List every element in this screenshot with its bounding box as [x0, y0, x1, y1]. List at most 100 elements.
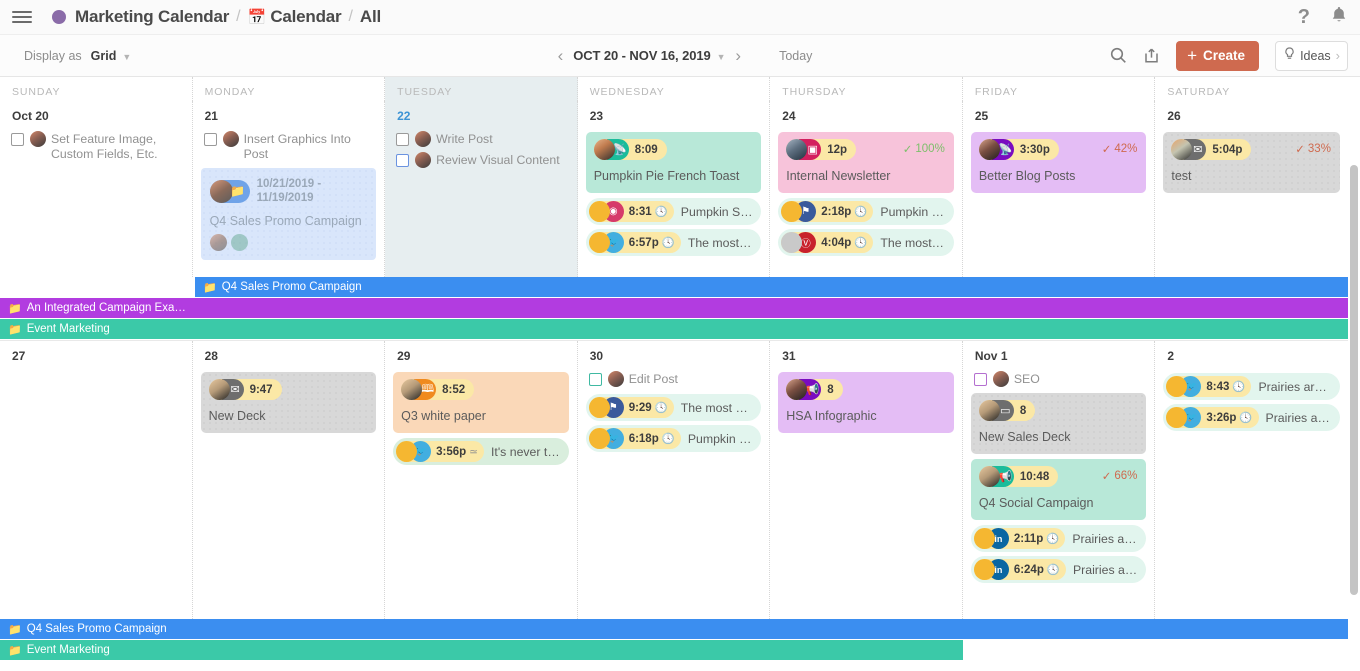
scrollbar-thumb[interactable] — [1350, 165, 1358, 595]
day-cell-oct-20[interactable]: Oct 20 Set Feature Image, Custom Fields,… — [0, 101, 193, 277]
task-checkbox[interactable] — [203, 133, 217, 146]
hamburger-icon[interactable] — [12, 8, 32, 26]
campaign-bar[interactable]: 📁 Q4 Sales Promo Campaign — [195, 277, 1348, 297]
event-title: test — [1171, 169, 1192, 183]
check-icon: ✓ — [1295, 144, 1305, 156]
date-range-label[interactable]: OCT 20 - NOV 16, 2019 ▼ — [573, 48, 725, 63]
task-checkbox[interactable] — [396, 133, 410, 146]
avatar — [607, 371, 624, 387]
day-number: 28 — [204, 349, 218, 363]
social-post-strip[interactable]: 🐦 3:26p 🕓 Prairies ar… — [1163, 404, 1340, 431]
event-time: 8 — [827, 383, 834, 396]
event-card[interactable]: ✉ 5:04p ✓ 33% test — [1163, 132, 1340, 193]
completion-badge: ✓ 100% — [903, 142, 945, 156]
app-header: Marketing Calendar / 📅 Calendar / All ? — [0, 0, 1360, 34]
post-time: 6:24p — [1013, 563, 1044, 576]
social-post-strip[interactable]: Ⓥ 4:04p 🕓 The most … — [778, 229, 954, 256]
task-label: SEO — [1013, 372, 1040, 386]
social-post-strip[interactable]: ⚑ 2:18p 🕓 Pumpkin … — [778, 198, 954, 225]
next-period-button[interactable]: › — [725, 46, 751, 66]
event-pill: ✉ 9:47 — [208, 379, 282, 400]
event-pill: 📡 3:30p — [978, 139, 1059, 160]
completion-badge: ✓ 33% — [1295, 142, 1331, 156]
day-cell-oct-28[interactable]: 28 ✉ 9:47 New Deck — [193, 341, 386, 619]
day-number: 24 — [782, 109, 796, 123]
event-card[interactable]: 🕮 8:52 Q3 white paper — [393, 372, 569, 433]
day-cell-oct-25[interactable]: 25 📡 3:30p ✓ 42% Better Blog Posts — [963, 101, 1156, 277]
social-post-strip[interactable]: 🐦 8:43 🕓 Prairies are … — [1163, 373, 1340, 400]
day-cell-oct-29[interactable]: 29 🕮 8:52 Q3 white paper 🐦 3:56p ≃ It's … — [385, 341, 578, 619]
today-button[interactable]: Today — [779, 49, 812, 63]
campaign-bar[interactable]: 📁 An Integrated Campaign Exa… — [0, 298, 1348, 318]
social-post-strip[interactable]: ⚑ 9:29 🕓 The most a… — [585, 394, 762, 421]
view-name[interactable]: Calendar — [270, 7, 341, 27]
help-icon[interactable]: ? — [1298, 6, 1310, 29]
event-card[interactable]: ▣ 12p ✓ 100% Internal Newsletter — [778, 132, 954, 193]
social-post-strip[interactable]: 🐦 3:56p ≃ It's never too … — [393, 438, 569, 465]
post-time: 6:18p — [628, 432, 659, 445]
day-cell-nov-2[interactable]: 2 🐦 8:43 🕓 Prairies are … 🐦 3:26p 🕓 Prai… — [1155, 341, 1348, 619]
campaign-bar[interactable]: 📁 Q4 Sales Promo Campaign — [0, 619, 1348, 639]
event-card[interactable]: 📡 3:30p ✓ 42% Better Blog Posts — [970, 132, 1147, 193]
display-mode-select[interactable]: Grid ▼ — [91, 49, 132, 63]
campaign-card[interactable]: 📁 10/21/2019 - 11/19/2019 Q4 Sales Promo… — [200, 168, 377, 260]
day-cell-oct-26[interactable]: 26 ✉ 5:04p ✓ 33% test — [1155, 101, 1348, 277]
day-cell-oct-27[interactable]: 27 — [0, 341, 193, 619]
search-icon[interactable] — [1110, 47, 1127, 64]
day-cell-oct-22[interactable]: 22 Write Post Review Visual Content — [385, 101, 578, 277]
vertical-scrollbar[interactable] — [1350, 77, 1358, 671]
project-color-dot — [52, 10, 66, 24]
post-time: 8:31 — [628, 205, 652, 218]
prev-period-button[interactable]: ‹ — [548, 46, 574, 66]
share-icon[interactable] — [1143, 47, 1160, 64]
day-cell-nov-1[interactable]: Nov 1 SEO ▭ 8 New Sales Deck 📢 10:48 ✓ 6… — [963, 341, 1156, 619]
event-card[interactable]: 📢 8 HSA Infographic — [778, 372, 954, 433]
check-icon: ✓ — [1101, 144, 1112, 156]
task-item[interactable]: SEO — [971, 369, 1147, 390]
task-checkbox[interactable] — [588, 373, 602, 386]
day-cell-oct-24[interactable]: 24 ▣ 12p ✓ 100% Internal Newsletter ⚑ 2:… — [770, 101, 963, 277]
campaign-title: Q4 Sales Promo Campaign — [209, 214, 362, 228]
day-header-thursday: THURSDAY — [770, 77, 963, 101]
create-label: Create — [1203, 48, 1246, 63]
task-item[interactable]: Set Feature Image, Custom Fields, Etc. — [8, 129, 184, 165]
social-post-strip[interactable]: 🐦 6:57p 🕓 The most … — [585, 229, 762, 256]
event-card[interactable]: 📡 8:09 Pumpkin Pie French Toast — [585, 132, 762, 193]
filter-name[interactable]: All — [360, 7, 381, 27]
task-checkbox[interactable] — [11, 133, 24, 146]
day-cell-oct-30[interactable]: 30 Edit Post ⚑ 9:29 🕓 The most a… 🐦 6:18… — [578, 341, 771, 619]
chevron-down-icon-date: ▼ — [716, 52, 726, 62]
avatar — [992, 371, 1009, 387]
week-row-2: 27 28 ✉ 9:47 New Deck 29 🕮 8:52 Q3 white… — [0, 341, 1348, 619]
social-post-strip[interactable]: 🐦 6:18p 🕓 Pumpkin … — [585, 425, 762, 452]
clock-icon: 🕓 — [661, 433, 675, 445]
social-post-strip[interactable]: in 6:24p 🕓 Prairies ar… — [970, 556, 1147, 583]
day-name-label: TUESDAY — [397, 86, 453, 98]
task-item[interactable]: Write Post — [393, 129, 569, 150]
task-item[interactable]: Review Visual Content — [393, 150, 569, 171]
event-card[interactable]: ▭ 8 New Sales Deck — [970, 393, 1147, 454]
create-button[interactable]: + Create — [1176, 40, 1260, 71]
task-item[interactable]: Edit Post — [586, 369, 762, 390]
post-time: 9:29 — [628, 401, 652, 414]
event-title: Better Blog Posts — [978, 169, 1076, 183]
ideas-button[interactable]: Ideas › — [1275, 40, 1348, 71]
event-time: 10:48 — [1019, 470, 1050, 483]
project-name[interactable]: Marketing Calendar — [75, 7, 229, 27]
campaign-bar[interactable]: 📁 Event Marketing — [0, 640, 963, 660]
day-cell-oct-23[interactable]: 23 📡 8:09 Pumpkin Pie French Toast ◉ 8:3… — [578, 101, 771, 277]
campaign-bar[interactable]: 📁 Event Marketing — [0, 319, 1348, 339]
post-time: 3:26p — [1206, 411, 1237, 424]
event-pill: 📢 10:48 — [978, 466, 1059, 487]
event-card[interactable]: 📢 10:48 ✓ 66% Q4 Social Campaign — [970, 459, 1147, 520]
task-item[interactable]: Insert Graphics Into Post — [201, 129, 377, 165]
task-checkbox[interactable] — [973, 373, 987, 386]
task-checkbox[interactable] — [396, 154, 410, 167]
social-post-strip[interactable]: ◉ 8:31 🕓 Pumpkin S… — [585, 198, 762, 225]
bell-icon[interactable] — [1331, 6, 1347, 29]
day-cell-oct-31[interactable]: 31 📢 8 HSA Infographic — [770, 341, 963, 619]
social-post-strip[interactable]: in 2:11p 🕓 Prairies ar… — [970, 525, 1147, 552]
day-cell-oct-21[interactable]: 21 Insert Graphics Into Post 📁 10/21/201… — [193, 101, 386, 277]
event-card[interactable]: ✉ 9:47 New Deck — [200, 372, 377, 433]
clock-icon: 🕓 — [654, 402, 668, 414]
